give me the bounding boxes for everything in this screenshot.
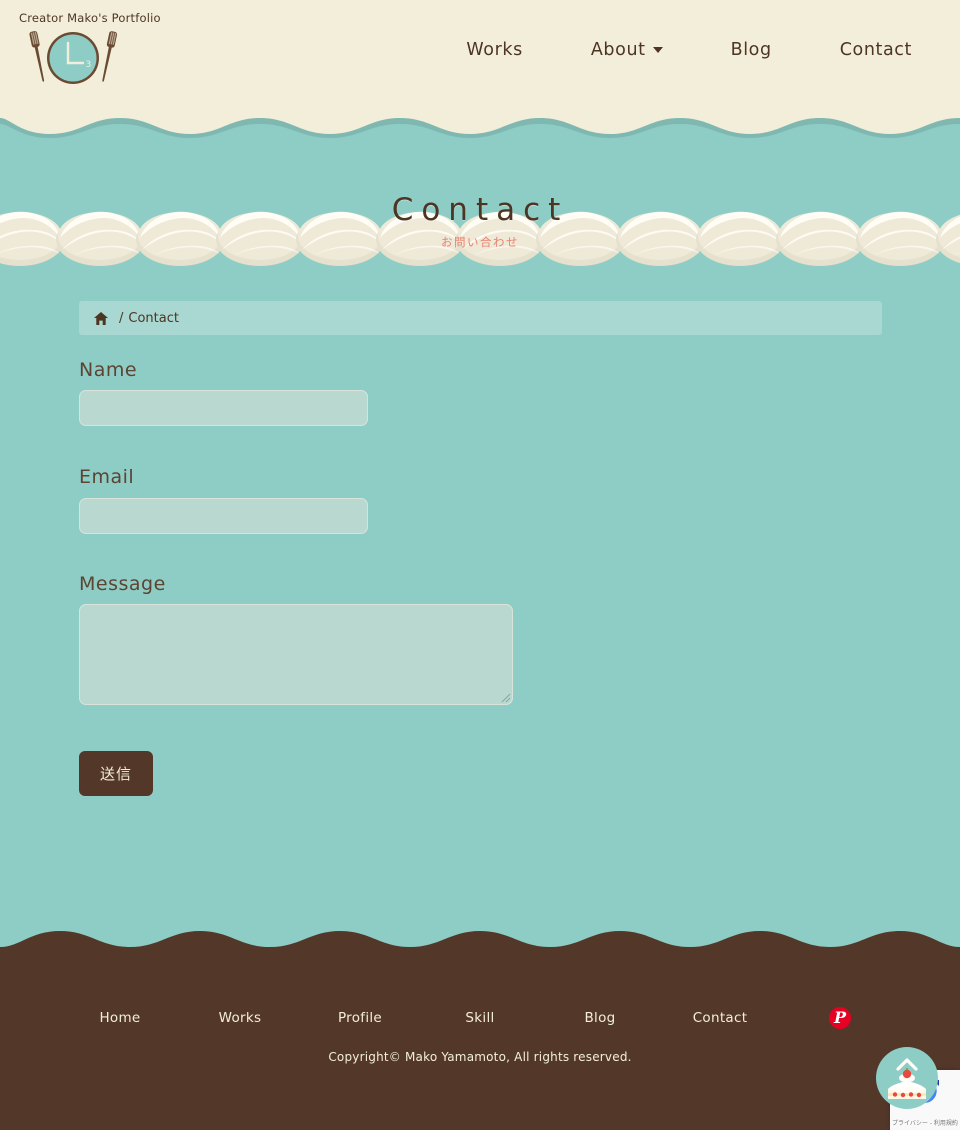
footer-link-works[interactable]: Works bbox=[180, 1010, 300, 1026]
nav-item-about[interactable]: About bbox=[557, 40, 697, 60]
footer-navigation: Home Works Profile Skill Blog Contact P bbox=[0, 1007, 960, 1029]
message-label: Message bbox=[79, 573, 166, 595]
name-label: Name bbox=[79, 359, 138, 381]
email-label: Email bbox=[79, 466, 135, 488]
page-subtitle: お問い合わせ bbox=[441, 235, 519, 249]
plate-fork-knife-logo-icon: 3 bbox=[29, 31, 118, 84]
recaptcha-terms[interactable]: 利用規約 bbox=[934, 1120, 958, 1127]
nav-label-works: Works bbox=[466, 40, 523, 60]
recaptcha-legal-text: プライバシー - 利用規約 bbox=[890, 1120, 960, 1127]
breadcrumb-home-link[interactable] bbox=[94, 311, 108, 325]
nav-label-about: About bbox=[590, 40, 646, 60]
message-textarea[interactable] bbox=[79, 604, 513, 705]
footer-link-home[interactable]: Home bbox=[60, 1010, 180, 1026]
site-header: Creator Mako's Portfolio 3 Works About B… bbox=[0, 0, 960, 118]
nav-label-blog: Blog bbox=[730, 40, 772, 60]
footer-wave-divider bbox=[0, 931, 960, 961]
site-footer: Home Works Profile Skill Blog Contact P … bbox=[0, 955, 960, 1130]
home-icon bbox=[94, 311, 108, 325]
chevron-down-icon bbox=[652, 47, 663, 53]
main-content: / Contact Name Email Message 送信 bbox=[0, 270, 960, 930]
email-input[interactable] bbox=[79, 498, 368, 534]
scroll-to-top-button[interactable] bbox=[876, 1047, 938, 1109]
breadcrumb: / Contact bbox=[79, 301, 882, 335]
page-title: Contact bbox=[391, 192, 569, 228]
main-navigation: Works About Blog Contact bbox=[432, 40, 946, 60]
page-hero: Contact お問い合わせ bbox=[0, 118, 960, 270]
footer-link-profile[interactable]: Profile bbox=[300, 1010, 420, 1026]
footer-link-skill[interactable]: Skill bbox=[420, 1010, 540, 1026]
copyright-text: Copyright© Mako Yamamoto, All rights res… bbox=[328, 1050, 632, 1064]
nav-item-blog[interactable]: Blog bbox=[697, 40, 806, 60]
recaptcha-privacy[interactable]: プライバシー bbox=[892, 1120, 928, 1127]
svg-text:3: 3 bbox=[86, 60, 92, 70]
nav-item-works[interactable]: Works bbox=[432, 40, 556, 60]
footer-link-blog[interactable]: Blog bbox=[540, 1010, 660, 1026]
footer-social-links: P bbox=[780, 1007, 900, 1029]
submit-button[interactable]: 送信 bbox=[79, 751, 153, 796]
site-logo[interactable]: 3 bbox=[20, 26, 126, 90]
site-title: Creator Mako's Portfolio bbox=[19, 11, 161, 25]
nav-item-contact[interactable]: Contact bbox=[806, 40, 946, 60]
cake-chevron-up-icon bbox=[888, 1058, 926, 1099]
footer-link-contact[interactable]: Contact bbox=[660, 1010, 780, 1026]
nav-label-contact: Contact bbox=[839, 40, 912, 60]
pinterest-icon[interactable]: P bbox=[829, 1007, 851, 1029]
name-input[interactable] bbox=[79, 390, 368, 426]
breadcrumb-separator: / bbox=[119, 310, 124, 326]
breadcrumb-current: Contact bbox=[128, 310, 179, 326]
